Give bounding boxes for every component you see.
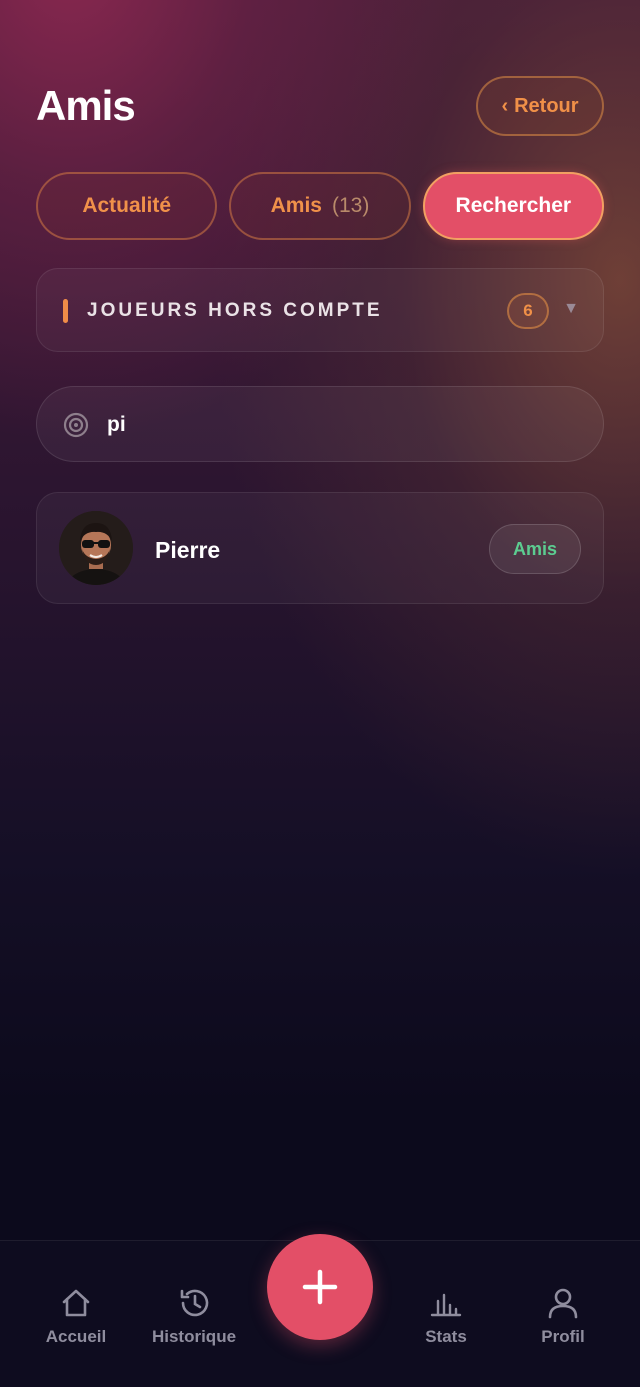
tab-rechercher[interactable]: Rechercher xyxy=(422,172,604,240)
back-button-label: Retour xyxy=(514,94,579,117)
nav-label: Accueil xyxy=(45,1327,107,1346)
header: Amis ‹ Retour xyxy=(36,76,604,140)
page-title: Amis xyxy=(36,82,136,129)
nav-item-accueil[interactable]: Accueil xyxy=(16,1285,136,1347)
avatar xyxy=(59,511,133,585)
history-icon xyxy=(180,1289,209,1317)
section-title: JOUEURS HORS COMPTE xyxy=(87,300,383,321)
section-accent-bar xyxy=(63,299,68,323)
nav-item-historique[interactable]: Historique xyxy=(134,1285,254,1347)
tab-label: Actualité xyxy=(82,194,171,217)
friend-status-badge: Amis xyxy=(489,524,581,574)
add-button[interactable] xyxy=(267,1234,373,1340)
tab-label: Rechercher xyxy=(455,194,572,217)
player-result-row[interactable]: Pierre Amis xyxy=(36,492,604,604)
home-icon xyxy=(62,1289,90,1317)
chevron-down-icon[interactable]: ▼ xyxy=(563,300,579,318)
nav-item-profil[interactable]: Profil xyxy=(503,1285,623,1347)
section-count-badge: 6 xyxy=(507,293,549,329)
plus-icon xyxy=(302,1269,338,1305)
target-icon xyxy=(63,412,89,438)
tab-label: Amis xyxy=(270,194,322,217)
nav-label: Stats xyxy=(425,1327,467,1346)
search-input[interactable] xyxy=(107,405,567,445)
nav-label: Profil xyxy=(541,1327,585,1346)
offline-players-section[interactable]: JOUEURS HORS COMPTE 6 ▼ xyxy=(36,268,604,352)
tab-actualite[interactable]: Actualité xyxy=(36,172,218,240)
player-name: Pierre xyxy=(155,537,221,563)
nav-item-stats[interactable]: Stats xyxy=(386,1285,506,1347)
tab-amis[interactable]: Amis (13) xyxy=(229,172,411,240)
nav-label: Historique xyxy=(151,1327,237,1346)
tab-bar: Actualité Amis (13) Rechercher xyxy=(36,172,604,240)
bar-chart-icon xyxy=(430,1293,462,1317)
back-button[interactable]: ‹ Retour xyxy=(476,76,604,136)
search-box[interactable] xyxy=(36,386,604,462)
chevron-left-icon: ‹ xyxy=(501,94,509,117)
tab-count: (13) xyxy=(331,194,370,217)
user-icon xyxy=(548,1288,578,1319)
